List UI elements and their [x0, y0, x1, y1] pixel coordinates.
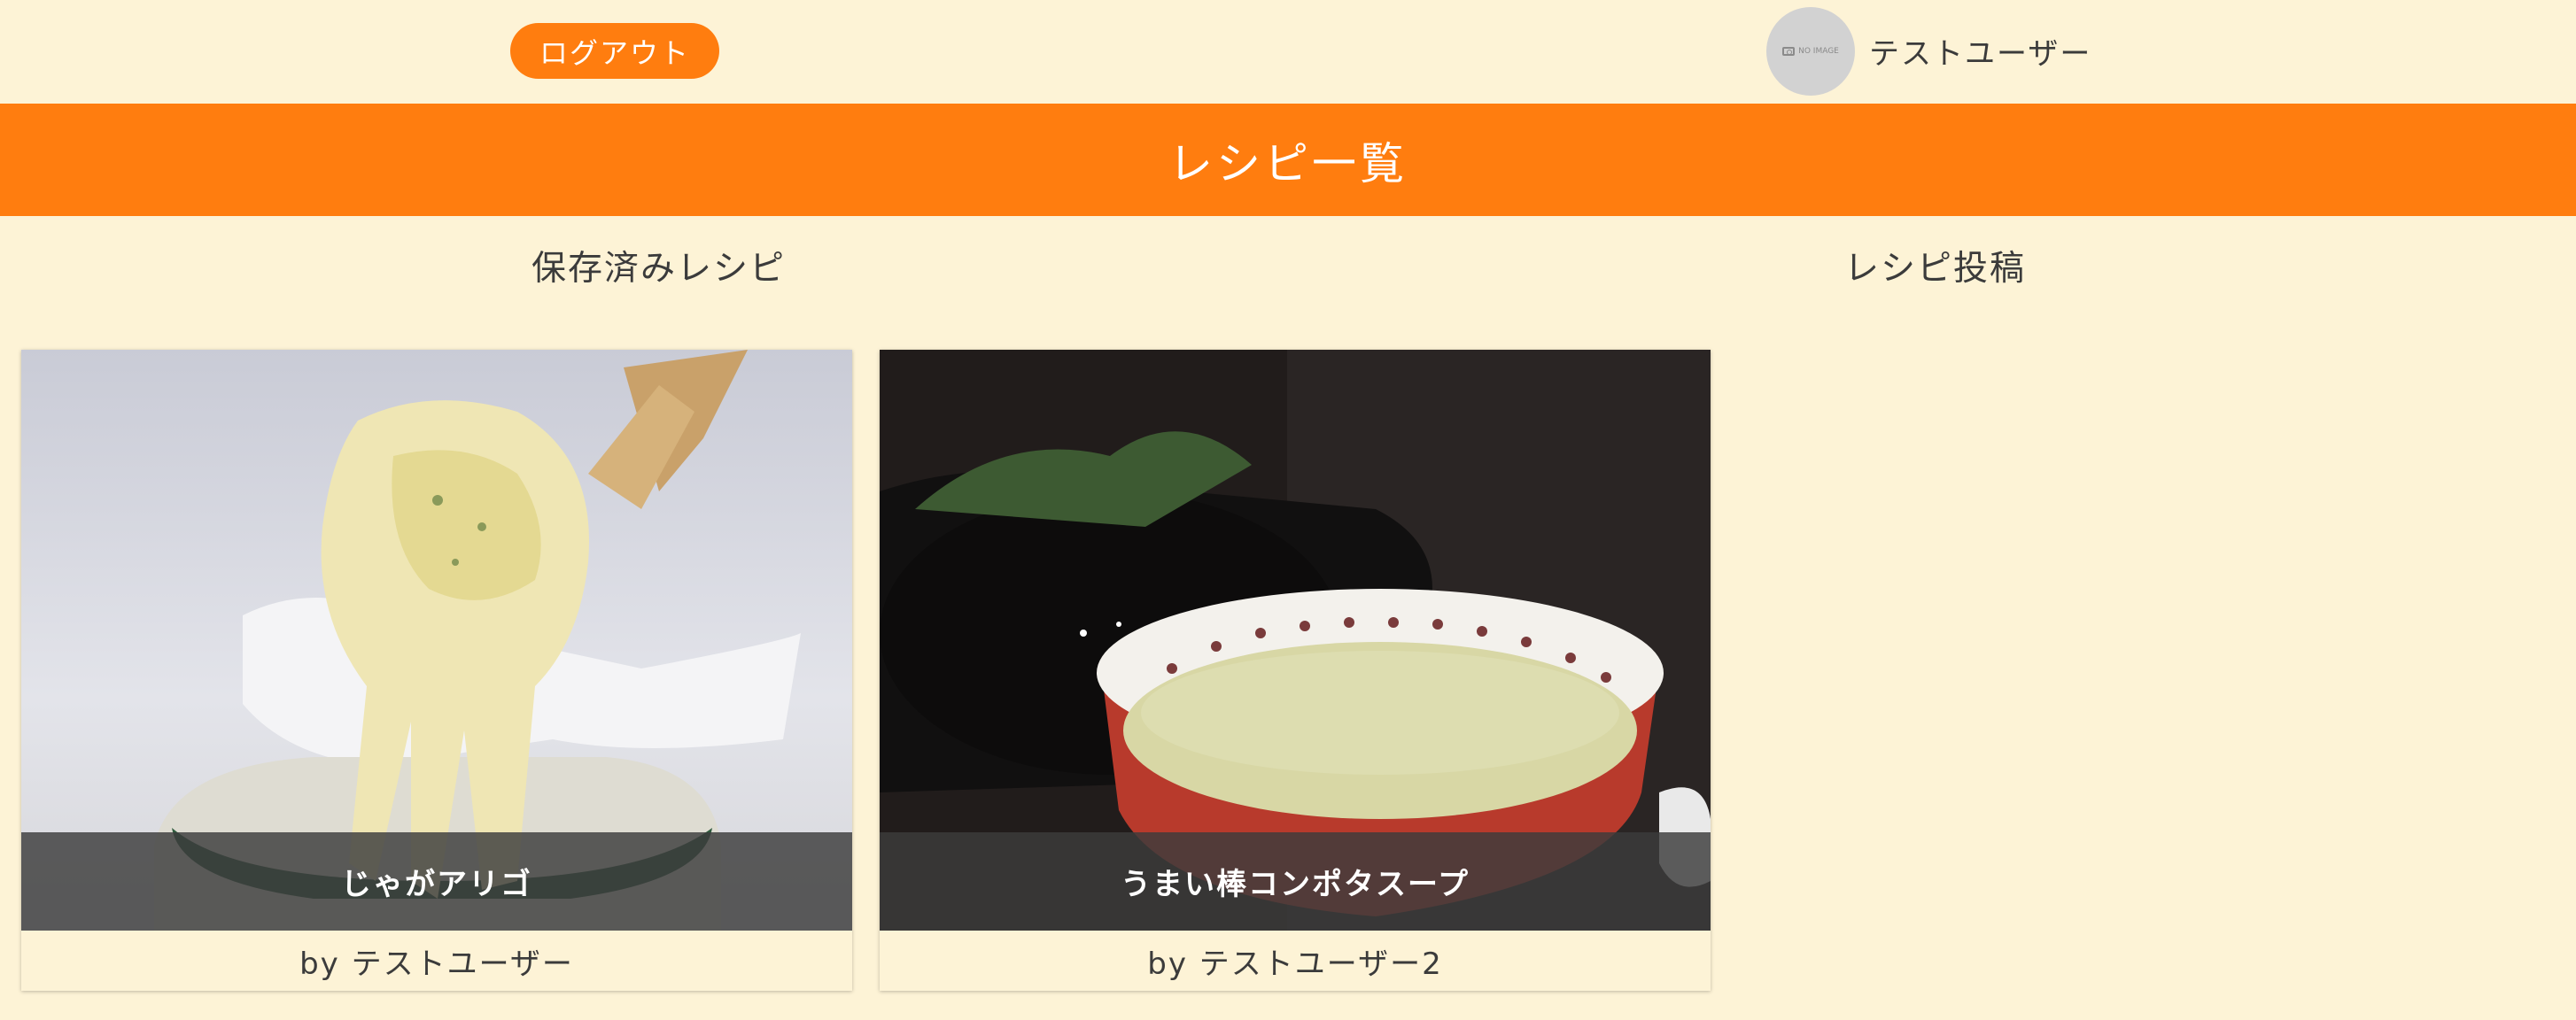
post-recipe-link[interactable]: レシピ投稿: [1844, 239, 2026, 292]
recipe-title: うまい棒コンポタスープ: [880, 832, 1711, 931]
saved-recipes-link[interactable]: 保存済みレシピ: [531, 239, 786, 292]
camera-icon: [1782, 47, 1796, 56]
page-title: レシピ一覧: [1168, 137, 1408, 189]
avatar-placeholder-text: NO IMAGE: [1798, 47, 1839, 56]
avatar[interactable]: NO IMAGE: [1766, 7, 1855, 96]
recipe-author: by テストユーザー: [299, 946, 574, 982]
username[interactable]: テストユーザー: [1869, 27, 2091, 74]
recipe-card[interactable]: うまい棒コンポタスープ by テストユーザー2: [880, 350, 1711, 991]
recipe-author: by テストユーザー2: [1147, 946, 1443, 982]
recipe-card[interactable]: じゃがアリゴ by テストユーザー: [21, 350, 852, 991]
page-header: レシピ一覧: [0, 104, 2576, 216]
top-bar: ログアウト NO IMAGE テストユーザー: [0, 0, 2576, 104]
logout-button[interactable]: ログアウト: [510, 23, 719, 79]
recipe-title: じゃがアリゴ: [21, 832, 852, 931]
